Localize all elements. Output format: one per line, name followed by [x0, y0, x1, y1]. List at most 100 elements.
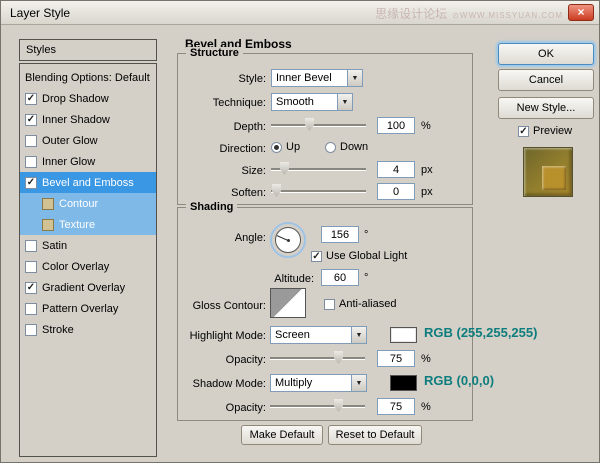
- shading-group: Shading Angle: ° Use Global Light Altitu…: [177, 201, 537, 421]
- slider-thumb[interactable]: [280, 162, 289, 175]
- style-checkbox[interactable]: [42, 197, 54, 210]
- window-title: Layer Style: [10, 6, 71, 20]
- slider-thumb[interactable]: [334, 351, 343, 364]
- anti-aliased-label: Anti-aliased: [339, 298, 397, 310]
- new-style-button[interactable]: New Style...: [498, 97, 594, 119]
- angle-dial[interactable]: [270, 222, 306, 258]
- opacity-unit: %: [421, 401, 431, 413]
- highlight-color-swatch[interactable]: [390, 327, 417, 343]
- structure-group: Structure Style: Inner Bevel ▼ Technique…: [177, 47, 473, 205]
- sidebar-item-blending-options-default[interactable]: Blending Options: Default: [20, 67, 156, 88]
- style-checkbox[interactable]: ✓: [25, 113, 37, 126]
- altitude-unit: °: [364, 272, 369, 284]
- style-checkbox[interactable]: [25, 260, 37, 273]
- close-icon[interactable]: ×: [568, 4, 594, 21]
- sidebar-item-gradient-overlay[interactable]: ✓ Gradient Overlay: [20, 277, 156, 298]
- slider-thumb[interactable]: [272, 184, 281, 197]
- sidebar-item-texture[interactable]: Texture: [20, 214, 156, 235]
- depth-label: Depth:: [233, 121, 266, 133]
- style-label: Style:: [238, 73, 266, 85]
- highlight-opacity-input[interactable]: [377, 350, 415, 367]
- shadow-opacity-slider[interactable]: [270, 398, 365, 413]
- shadow-mode-label: Shadow Mode:: [192, 378, 266, 390]
- sidebar-item-label: Stroke: [42, 323, 74, 336]
- sidebar-item-label: Outer Glow: [42, 134, 98, 147]
- style-checkbox[interactable]: [25, 155, 37, 168]
- sidebar-item-label: Drop Shadow: [42, 92, 109, 105]
- slider-track: [270, 405, 365, 407]
- soften-slider[interactable]: [271, 183, 366, 198]
- style-checkbox[interactable]: [25, 134, 37, 147]
- chevron-down-icon[interactable]: ▼: [351, 375, 366, 391]
- altitude-input[interactable]: [321, 269, 359, 286]
- angle-input[interactable]: [321, 226, 359, 243]
- style-dropdown-value: Inner Bevel: [276, 72, 332, 84]
- shadow-mode-value: Multiply: [275, 377, 313, 389]
- sidebar-item-pattern-overlay[interactable]: Pattern Overlay: [20, 298, 156, 319]
- direction-down-radio[interactable]: Down: [325, 141, 368, 153]
- style-checkbox[interactable]: [25, 323, 37, 336]
- soften-unit: px: [421, 186, 433, 198]
- depth-unit: %: [421, 120, 431, 132]
- checkbox-icon: [311, 250, 322, 262]
- make-default-button[interactable]: Make Default: [241, 425, 323, 445]
- gloss-contour-thumbnail[interactable]: [270, 288, 306, 318]
- style-checkbox[interactable]: [42, 218, 54, 231]
- preview-checkbox[interactable]: Preview: [518, 125, 572, 137]
- angle-dial-face[interactable]: [275, 227, 301, 253]
- opacity-label: Opacity:: [225, 402, 266, 414]
- shadow-color-swatch[interactable]: [390, 375, 417, 391]
- chevron-down-icon[interactable]: ▼: [337, 94, 352, 110]
- depth-input[interactable]: [377, 117, 415, 134]
- style-checkbox[interactable]: ✓: [25, 281, 37, 294]
- styles-header: Styles: [19, 39, 157, 61]
- sidebar-item-label: Inner Shadow: [42, 113, 110, 126]
- style-checkbox[interactable]: ✓: [25, 176, 37, 189]
- sidebar-item-contour[interactable]: Contour: [20, 193, 156, 214]
- shadow-mode-dropdown[interactable]: Multiply ▼: [270, 374, 367, 392]
- watermark: 思缘设计论坛 ⊙WWW.MISSYUAN.COM: [375, 5, 563, 22]
- sidebar-item-drop-shadow[interactable]: ✓ Drop Shadow: [20, 88, 156, 109]
- slider-thumb[interactable]: [334, 399, 343, 412]
- sidebar-item-label: Bevel and Emboss: [42, 176, 134, 189]
- style-checkbox[interactable]: [25, 239, 37, 252]
- chevron-down-icon[interactable]: ▼: [347, 70, 362, 86]
- ok-button[interactable]: OK: [498, 43, 594, 65]
- technique-label: Technique:: [212, 97, 266, 109]
- depth-slider[interactable]: [271, 117, 366, 132]
- shadow-opacity-input[interactable]: [377, 398, 415, 415]
- style-checkbox[interactable]: ✓: [25, 92, 37, 105]
- style-dropdown[interactable]: Inner Bevel ▼: [271, 69, 363, 87]
- direction-up-label: Up: [286, 141, 301, 153]
- sidebar-item-stroke[interactable]: Stroke: [20, 319, 156, 340]
- size-slider[interactable]: [271, 161, 366, 176]
- technique-dropdown[interactable]: Smooth ▼: [271, 93, 353, 111]
- soften-input[interactable]: [377, 183, 415, 200]
- highlight-mode-dropdown[interactable]: Screen ▼: [270, 326, 367, 344]
- watermark-text: 思缘设计论坛: [375, 7, 448, 21]
- checkbox-icon: [324, 298, 335, 310]
- size-label: Size:: [241, 165, 266, 177]
- sidebar-item-inner-glow[interactable]: Inner Glow: [20, 151, 156, 172]
- use-global-light-checkbox[interactable]: Use Global Light: [311, 250, 407, 262]
- sidebar-item-color-overlay[interactable]: Color Overlay: [20, 256, 156, 277]
- chevron-down-icon[interactable]: ▼: [351, 327, 366, 343]
- slider-thumb[interactable]: [305, 118, 314, 131]
- sidebar-item-outer-glow[interactable]: Outer Glow: [20, 130, 156, 151]
- style-preview-thumbnail: [523, 147, 573, 197]
- highlight-opacity-slider[interactable]: [270, 350, 365, 365]
- watermark-url: ⊙WWW.MISSYUAN.COM: [452, 11, 563, 20]
- direction-up-radio[interactable]: Up: [271, 141, 300, 153]
- reset-to-default-button[interactable]: Reset to Default: [328, 425, 422, 445]
- styles-list: Blending Options: Default ✓ Drop Shadow …: [19, 63, 157, 457]
- anti-aliased-checkbox[interactable]: Anti-aliased: [324, 298, 396, 310]
- sidebar-item-bevel-and-emboss[interactable]: ✓ Bevel and Emboss: [20, 172, 156, 193]
- sidebar-item-satin[interactable]: Satin: [20, 235, 156, 256]
- size-input[interactable]: [377, 161, 415, 178]
- radio-icon: [325, 141, 336, 153]
- sidebar-item-label: Inner Glow: [42, 155, 96, 168]
- sidebar-item-inner-shadow[interactable]: ✓ Inner Shadow: [20, 109, 156, 130]
- cancel-button[interactable]: Cancel: [498, 69, 594, 91]
- slider-track: [270, 357, 365, 359]
- style-checkbox[interactable]: [25, 302, 37, 315]
